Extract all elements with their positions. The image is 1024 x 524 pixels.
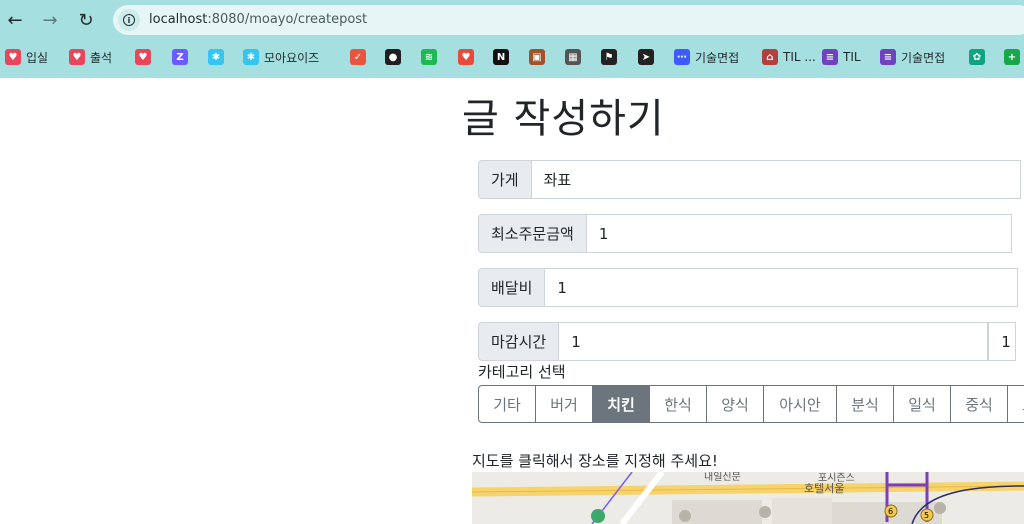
bookmark-item[interactable]: ✿ [969, 47, 985, 67]
delivery-fee-label: 배달비 [478, 268, 546, 307]
bookmark-item[interactable]: ♥ 입실 [5, 47, 48, 67]
min-order-field-group: 최소주문금액 1 [478, 214, 1012, 253]
browser-chrome: ← → ↻ i localhost:8080/moayo/createpost … [0, 0, 1024, 78]
page-title: 글 작성하기 [462, 96, 665, 142]
grid-icon: ▦ [565, 49, 581, 65]
category-button-group: 기타 버거 치킨 한식 양식 아시안 분식 일식 중식 도 [478, 385, 1024, 423]
forward-icon[interactable]: → [38, 9, 62, 31]
store-input[interactable]: 좌표 [531, 160, 1021, 199]
address-bar[interactable]: i localhost:8080/moayo/createpost [113, 5, 1024, 35]
bookmark-label: 입실 [26, 50, 49, 65]
send-icon: ➤ [638, 49, 654, 65]
bookmark-label: 출석 [90, 50, 113, 65]
bookmark-item[interactable]: ≡ TIL [822, 47, 861, 67]
map-poi-icon [759, 506, 771, 518]
heart-chat-icon: ♥ [135, 49, 151, 65]
map-poi-icon [934, 502, 946, 514]
openai-icon: ✿ [969, 49, 985, 65]
deadline-hour-input[interactable]: 1 [559, 322, 989, 361]
bookmark-item[interactable]: ♥ 출석 [69, 47, 112, 67]
bookmark-item[interactable]: ⚑ [601, 47, 617, 67]
category-snack-button[interactable]: 분식 [836, 385, 894, 423]
category-western-button[interactable]: 양식 [706, 385, 764, 423]
dots-icon: ⋯ [674, 49, 690, 65]
url-host: localhost [149, 12, 208, 27]
category-chinese-button[interactable]: 중식 [950, 385, 1008, 423]
map-poi-icon [679, 510, 691, 522]
min-order-label: 최소주문금액 [478, 214, 587, 253]
map-label: 6 [888, 507, 893, 516]
bookmark-item[interactable]: ♥ [135, 47, 151, 67]
bookmark-item[interactable]: ▦ [565, 47, 581, 67]
bookmark-item[interactable]: ♥ [458, 47, 474, 67]
bookmark-item[interactable]: ≡ 기술면접 [880, 47, 945, 67]
url-text: localhost:8080/moayo/createpost [149, 12, 367, 27]
browser-toolbar: ← → ↻ i localhost:8080/moayo/createpost [0, 0, 1024, 40]
deadline-label: 마감시간 [478, 322, 560, 361]
notion-icon: N [493, 49, 509, 65]
map-label: 내일신문 [704, 472, 741, 483]
map-label: 호텔서울 [804, 482, 844, 495]
zep-icon: Z [172, 49, 188, 65]
bookmark-item[interactable]: ✱ [208, 47, 224, 67]
bookmark-item[interactable]: + [1004, 47, 1020, 67]
deadline-field-group: 마감시간 1 1 [478, 322, 1017, 361]
bookmarks-bar: ♥ 입실 ♥ 출석 ♥ Z ✱ ✱ 모아요이즈 ✓ ● ≋ ♥ N ▣ ▦ ⚑ ➤ ⋯ 기술면접 ⌂ TIL ... ≡ TI… [0, 42, 1024, 72]
map-poi-icon [591, 509, 605, 523]
reload-icon[interactable]: ↻ [74, 9, 98, 31]
map-canvas[interactable]: 내일신문 포시즌스 호텔서울 6 5 [472, 472, 1024, 524]
store-field-group: 가게 좌표 [478, 160, 1021, 199]
category-asian-button[interactable]: 아시안 [763, 385, 837, 423]
create-post-page: 글 작성하기 가게 좌표 최소주문금액 1 배달비 1 마감시간 1 1 카테고… [0, 78, 1024, 524]
briefcase-icon: ▣ [529, 49, 545, 65]
map-label: 5 [924, 511, 929, 520]
spotify-icon: ≋ [421, 49, 437, 65]
map-graphic: 내일신문 포시즌스 호텔서울 6 5 [472, 472, 1024, 524]
category-japanese-button[interactable]: 일식 [893, 385, 951, 423]
bookmark-item[interactable]: ⌂ TIL ... [762, 47, 816, 67]
bookmark-label: 모아요이즈 [264, 50, 320, 65]
plus-icon: + [1004, 49, 1020, 65]
bookmark-label: TIL [843, 50, 861, 64]
bookmark-item[interactable]: ✓ [350, 47, 366, 67]
list-icon: ≡ [880, 49, 896, 65]
category-chicken-button[interactable]: 치킨 [592, 385, 650, 423]
checkered-flag-icon: ⚑ [601, 49, 617, 65]
category-korean-button[interactable]: 한식 [649, 385, 707, 423]
todo-icon: ✓ [350, 49, 366, 65]
category-burger-button[interactable]: 버거 [535, 385, 593, 423]
slack-icon: ✱ [243, 49, 259, 65]
map-hint: 지도를 클릭해서 장소를 지정해 주세요! [472, 452, 718, 470]
category-more-button[interactable]: 도 [1007, 385, 1024, 423]
bookmark-item[interactable]: ➤ [638, 47, 654, 67]
map-block [772, 498, 832, 524]
bookmark-item[interactable]: ⋯ 기술면접 [674, 47, 739, 67]
bookmark-label: 기술면접 [695, 50, 740, 65]
delivery-fee-field-group: 배달비 1 [478, 268, 1019, 307]
store-label: 가게 [478, 160, 532, 199]
list-icon: ≡ [822, 49, 838, 65]
delivery-fee-input[interactable]: 1 [545, 268, 1019, 307]
bookmark-label: TIL ... [783, 50, 816, 64]
github-icon: ● [385, 49, 401, 65]
url-path: :8080/moayo/createpost [207, 12, 368, 27]
bookmark-item[interactable]: ▣ [529, 47, 545, 67]
bridge-icon: ⌂ [762, 49, 778, 65]
deadline-minute-input[interactable]: 1 [988, 322, 1017, 361]
heart-fire-icon: ♥ [458, 49, 474, 65]
bookmark-item[interactable]: Z [172, 47, 188, 67]
bookmark-item[interactable]: ● [385, 47, 401, 67]
back-icon[interactable]: ← [3, 9, 27, 31]
category-label: 카테고리 선택 [478, 363, 566, 381]
bookmark-item[interactable]: ✱ 모아요이즈 [243, 47, 319, 67]
heart-chat-icon: ♥ [5, 49, 21, 65]
min-order-input[interactable]: 1 [586, 214, 1012, 253]
slack-icon: ✱ [208, 49, 224, 65]
bookmark-item[interactable]: N [493, 47, 509, 67]
bookmark-item[interactable]: ≋ [421, 47, 437, 67]
heart-chat-icon: ♥ [69, 49, 85, 65]
category-etc-button[interactable]: 기타 [478, 385, 536, 423]
site-info-icon[interactable]: i [118, 9, 140, 31]
bookmark-label: 기술면접 [901, 50, 946, 65]
